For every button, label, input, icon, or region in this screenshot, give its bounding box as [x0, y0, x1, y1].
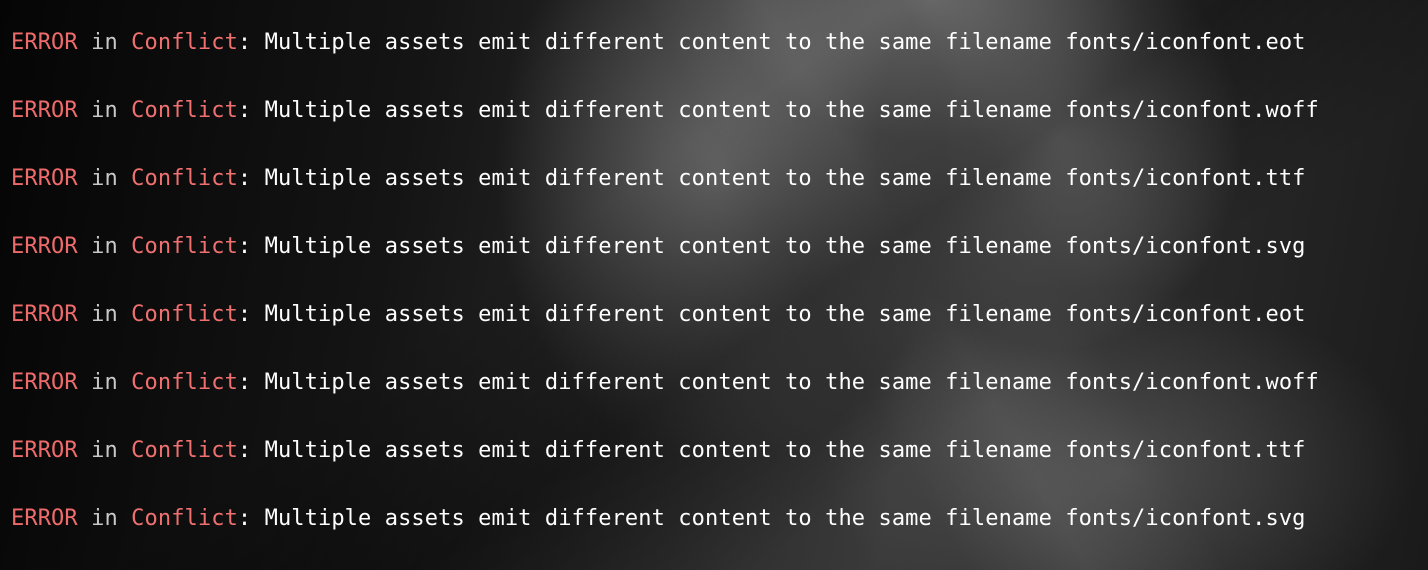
error-message: : Multiple assets emit different content… [237, 98, 1319, 123]
error-level: ERROR [11, 166, 78, 191]
error-level: ERROR [11, 30, 78, 55]
in-keyword: in [91, 302, 118, 327]
error-level: ERROR [11, 98, 78, 123]
error-level: ERROR [11, 302, 78, 327]
error-line: ERROR in Conflict: Multiple assets emit … [11, 91, 1428, 159]
error-line: ERROR in Conflict: Multiple assets emit … [11, 499, 1428, 567]
error-level: ERROR [11, 438, 78, 463]
error-line: ERROR in Conflict: Multiple assets emit … [11, 227, 1428, 295]
error-message: : Multiple assets emit different content… [237, 234, 1306, 259]
error-line: ERROR in Conflict: Multiple assets emit … [11, 159, 1428, 227]
error-message: : Multiple assets emit different content… [237, 506, 1306, 531]
error-source: Conflict [131, 370, 238, 395]
in-keyword: in [91, 30, 118, 55]
error-source: Conflict [131, 234, 238, 259]
in-keyword: in [91, 234, 118, 259]
error-message: : Multiple assets emit different content… [237, 166, 1306, 191]
error-source: Conflict [131, 438, 238, 463]
error-message: : Multiple assets emit different content… [237, 438, 1306, 463]
error-level: ERROR [11, 370, 78, 395]
error-line: ERROR in Conflict: Multiple assets emit … [11, 363, 1428, 431]
error-message: : Multiple assets emit different content… [237, 370, 1319, 395]
error-line: ERROR in Conflict: Multiple assets emit … [11, 295, 1428, 363]
error-source: Conflict [131, 302, 238, 327]
error-message: : Multiple assets emit different content… [237, 302, 1306, 327]
in-keyword: in [91, 506, 118, 531]
error-source: Conflict [131, 166, 238, 191]
in-keyword: in [91, 166, 118, 191]
error-message: : Multiple assets emit different content… [237, 30, 1306, 55]
error-line: ERROR in Conflict: Multiple assets emit … [11, 23, 1428, 91]
in-keyword: in [91, 370, 118, 395]
in-keyword: in [91, 438, 118, 463]
error-line: ERROR in Conflict: Multiple assets emit … [11, 431, 1428, 499]
error-source: Conflict [131, 98, 238, 123]
in-keyword: in [91, 98, 118, 123]
error-level: ERROR [11, 234, 78, 259]
error-source: Conflict [131, 30, 238, 55]
error-source: Conflict [131, 506, 238, 531]
error-level: ERROR [11, 506, 78, 531]
terminal-output: ERROR in Conflict: Multiple assets emit … [11, 23, 1428, 570]
